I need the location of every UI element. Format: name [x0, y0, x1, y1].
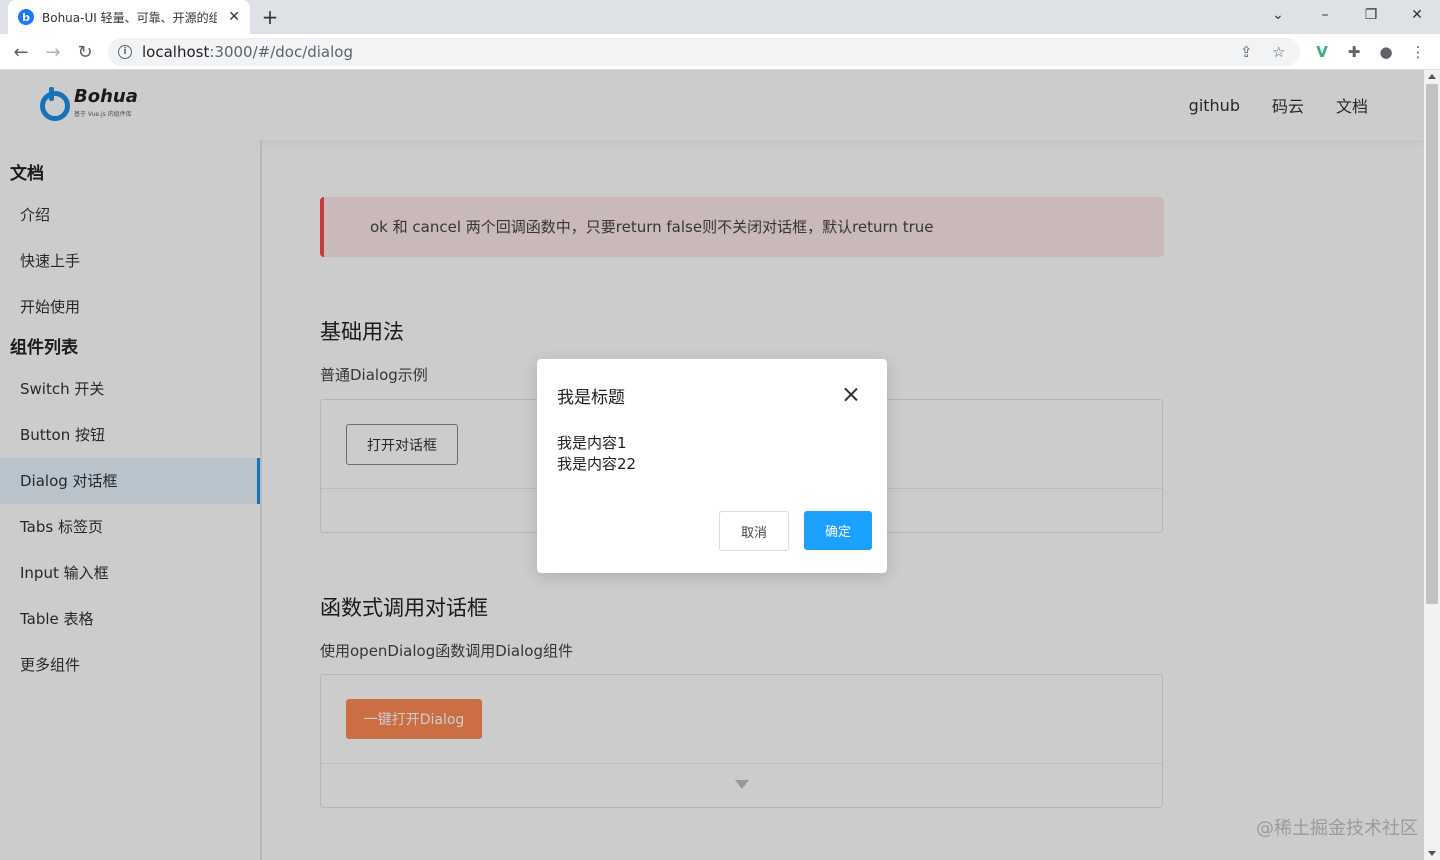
reload-icon[interactable]: ↻ — [72, 40, 98, 64]
new-tab-icon[interactable]: + — [258, 5, 282, 29]
watermark: @稀土掘金技术社区 — [1256, 818, 1418, 839]
extensions-icon[interactable]: ✚ — [1344, 42, 1364, 62]
close-window-icon[interactable]: ✕ — [1402, 5, 1432, 25]
browser-tab[interactable]: b Bohua-UI 轻量、可靠、开源的组件库 ✕ — [8, 0, 250, 34]
profile-avatar-icon[interactable]: ● — [1376, 42, 1396, 62]
dialog-content-line-2: 我是内容22 — [557, 455, 637, 473]
dialog-title: 我是标题 — [557, 388, 625, 408]
dialog-ok-button[interactable]: 确定 — [804, 511, 872, 550]
tab-search-icon[interactable]: ⌄ — [1263, 5, 1293, 25]
bookmark-star-icon[interactable]: ☆ — [1272, 38, 1285, 66]
tab-title: Bohua-UI 轻量、可靠、开源的组件库 — [42, 10, 217, 25]
dialog: 我是标题 我是内容1 我是内容22 取消 确定 — [537, 359, 887, 573]
dialog-cancel-button[interactable]: 取消 — [719, 511, 789, 551]
site-info-icon[interactable]: i — [118, 45, 132, 59]
dialog-content-line-1: 我是内容1 — [557, 434, 627, 452]
browser-menu-icon[interactable]: ⋮ — [1408, 42, 1428, 62]
url-text: localhost:3000/#/doc/dialog — [142, 43, 353, 61]
dialog-close-icon[interactable] — [841, 385, 861, 405]
forward-icon[interactable]: → — [40, 40, 66, 64]
bohua-favicon-icon: b — [18, 9, 34, 25]
share-icon[interactable]: ⇪ — [1240, 38, 1253, 66]
back-icon[interactable]: ← — [8, 40, 34, 64]
scroll-down-icon[interactable] — [1428, 851, 1436, 856]
vue-devtools-icon[interactable]: V — [1312, 42, 1332, 62]
minimize-icon[interactable]: – — [1310, 5, 1340, 25]
restore-icon[interactable]: ❐ — [1356, 5, 1386, 25]
browser-tabbar: b Bohua-UI 轻量、可靠、开源的组件库 ✕ + ⌄ – ❐ ✕ — [0, 0, 1440, 34]
page-scrollbar[interactable] — [1424, 70, 1440, 860]
tab-close-icon[interactable]: ✕ — [228, 9, 240, 25]
scroll-thumb[interactable] — [1426, 84, 1438, 604]
scroll-up-icon[interactable] — [1428, 74, 1436, 79]
address-bar[interactable]: i localhost:3000/#/doc/dialog ⇪ ☆ — [108, 38, 1300, 66]
browser-toolbar: ← → ↻ i localhost:3000/#/doc/dialog ⇪ ☆ … — [0, 34, 1440, 70]
